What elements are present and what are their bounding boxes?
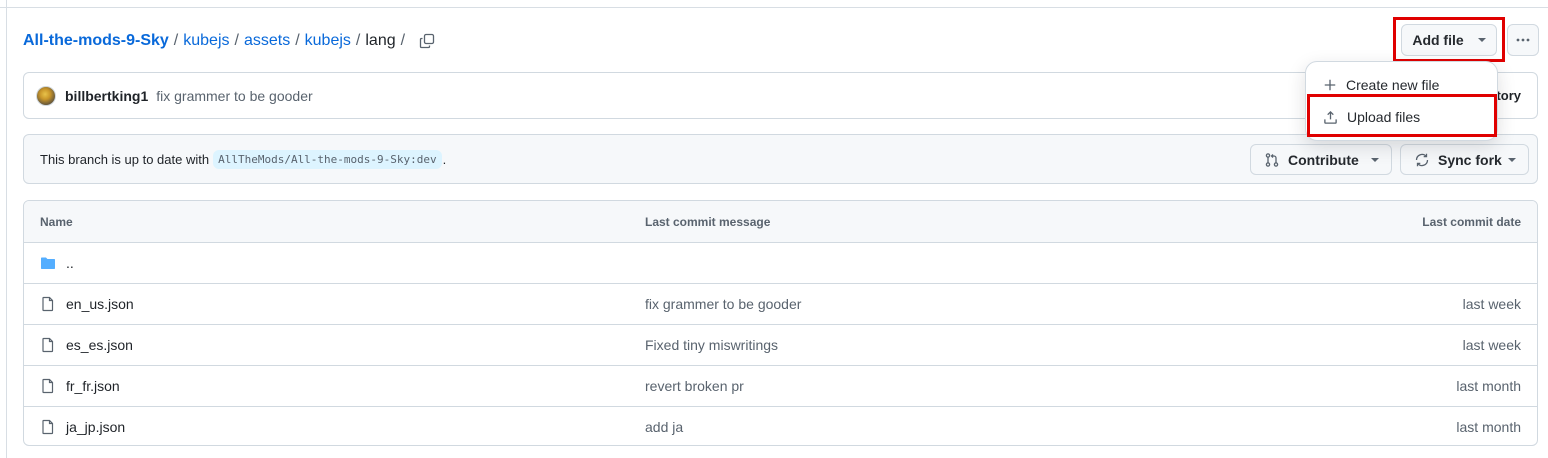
- file-name-link[interactable]: fr_fr.json: [66, 378, 120, 394]
- parent-directory-link[interactable]: ..: [66, 255, 74, 271]
- folder-icon: [41, 257, 55, 269]
- contribute-button[interactable]: Contribute: [1250, 144, 1392, 175]
- file-icon: [42, 296, 54, 312]
- column-header-message: Last commit message: [645, 215, 771, 229]
- table-row[interactable]: en_us.json fix grammer to be gooder last…: [24, 284, 1537, 325]
- row-commit-message[interactable]: fix grammer to be gooder: [645, 296, 801, 312]
- copy-icon[interactable]: [419, 33, 435, 49]
- breadcrumb-current: lang: [365, 32, 396, 49]
- add-file-highlight-box: [1393, 17, 1505, 62]
- breadcrumb-separator: /: [295, 32, 300, 49]
- table-row[interactable]: es_es.json Fixed tiny miswritings last w…: [24, 325, 1537, 366]
- file-table: Name Last commit message Last commit dat…: [23, 200, 1538, 446]
- branch-status-text: This branch is up to date with: [40, 151, 210, 167]
- table-row[interactable]: ja_jp.json add ja last month: [24, 407, 1537, 445]
- column-header-name: Name: [40, 215, 73, 229]
- row-commit-message[interactable]: Fixed tiny miswritings: [645, 337, 778, 353]
- commit-author[interactable]: billbertking1: [65, 88, 148, 104]
- sync-icon: [1415, 153, 1429, 166]
- row-commit-date: last month: [1456, 378, 1521, 394]
- column-header-date: Last commit date: [1422, 215, 1521, 229]
- chevron-down-icon: [1371, 158, 1379, 162]
- plus-icon: [1324, 79, 1336, 91]
- row-commit-date: last week: [1462, 296, 1521, 312]
- breadcrumb-separator: /: [234, 32, 239, 49]
- row-commit-date: last week: [1462, 337, 1521, 353]
- breadcrumb-repo-link[interactable]: All-the-mods-9-Sky: [23, 32, 169, 50]
- row-commit-message[interactable]: revert broken pr: [645, 378, 744, 394]
- upload-files-highlight-box: [1307, 94, 1497, 137]
- file-name-link[interactable]: es_es.json: [66, 337, 133, 353]
- upstream-branch-link[interactable]: AllTheMods/All-the-mods-9-Sky:dev: [213, 149, 442, 169]
- breadcrumb-separator: /: [400, 32, 406, 49]
- sync-fork-button[interactable]: Sync fork: [1400, 144, 1529, 175]
- breadcrumb-separator: /: [173, 32, 179, 49]
- top-divider: [0, 7, 1548, 8]
- table-header: Name Last commit message Last commit dat…: [24, 201, 1537, 243]
- breadcrumb-separator: /: [355, 32, 361, 49]
- left-divider: [6, 0, 7, 458]
- file-name-link[interactable]: en_us.json: [66, 296, 134, 312]
- breadcrumb-link-assets[interactable]: assets: [244, 32, 290, 50]
- breadcrumb-link-kubejs[interactable]: kubejs: [183, 32, 229, 50]
- row-commit-message[interactable]: add ja: [645, 419, 683, 435]
- commit-message[interactable]: fix grammer to be gooder: [156, 88, 312, 104]
- contribute-label: Contribute: [1288, 151, 1359, 168]
- file-icon: [42, 337, 54, 353]
- history-link[interactable]: tory: [1496, 88, 1521, 103]
- menu-item-label: Create new file: [1346, 77, 1440, 93]
- branch-status-trailing: .: [442, 151, 447, 167]
- table-row[interactable]: fr_fr.json revert broken pr last month: [24, 366, 1537, 407]
- git-pull-request-icon: [1265, 152, 1279, 167]
- avatar[interactable]: [36, 85, 56, 106]
- more-options-button[interactable]: [1507, 24, 1539, 56]
- breadcrumb: All-the-mods-9-Sky / kubejs / assets / k…: [23, 30, 435, 52]
- breadcrumb-link-kubejs-2[interactable]: kubejs: [305, 32, 351, 50]
- file-icon: [42, 378, 54, 394]
- kebab-horizontal-icon: [1516, 38, 1530, 42]
- row-commit-date: last month: [1456, 419, 1521, 435]
- file-icon: [42, 419, 54, 435]
- chevron-down-icon: [1508, 158, 1516, 162]
- file-name-link[interactable]: ja_jp.json: [66, 419, 125, 435]
- sync-fork-label: Sync fork: [1438, 151, 1502, 168]
- table-row-parent-dir[interactable]: ..: [24, 243, 1537, 284]
